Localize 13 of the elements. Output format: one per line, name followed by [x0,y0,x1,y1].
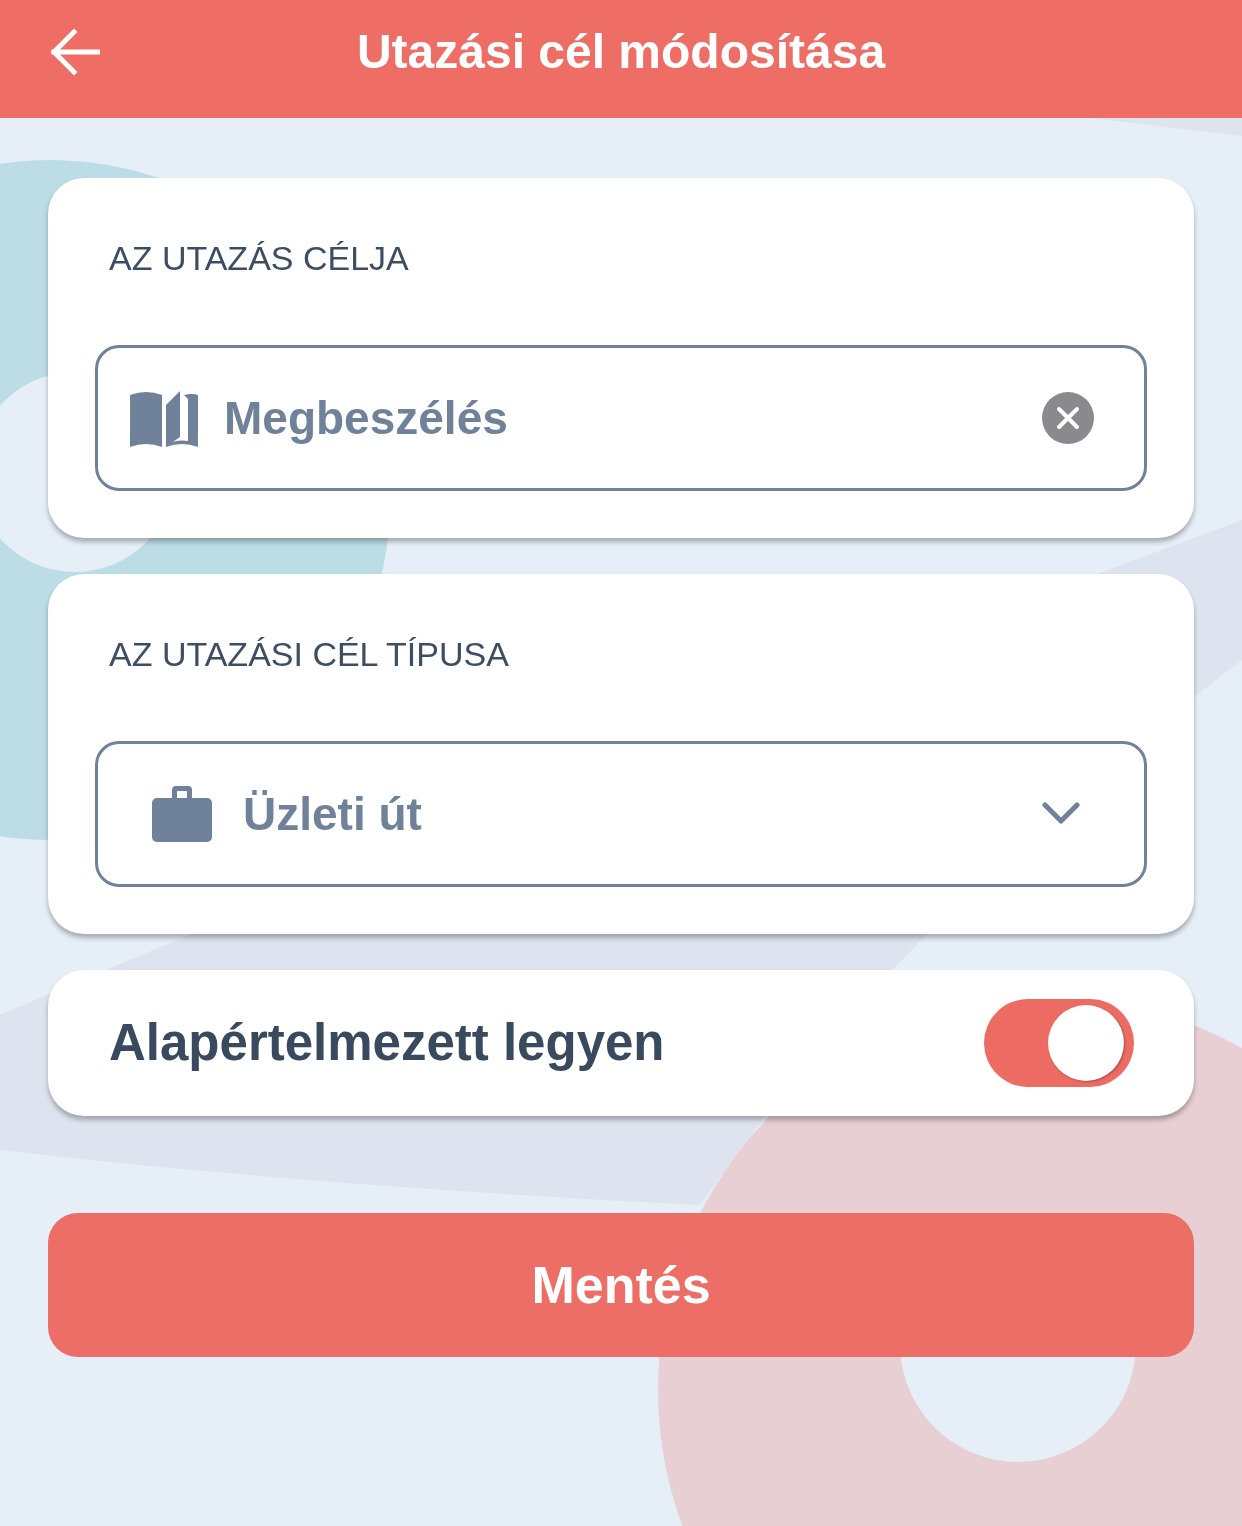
screen-title: Utazási cél módosítása [356,24,886,80]
back-arrow-icon[interactable] [50,29,100,75]
clear-icon[interactable] [1042,392,1094,444]
field-value: Üzleti út [243,787,422,842]
field-value: Megbeszélés [224,391,508,446]
chevron-down-icon [1042,802,1080,826]
input-field[interactable]: Megbeszélés [95,345,1147,491]
briefcase-icon [152,786,212,842]
dropdown-field[interactable]: Üzleti út [95,741,1147,887]
field-label: AZ UTAZÁSI CÉL TÍPUSA [109,634,509,674]
field-label: AZ UTAZÁS CÉLJA [109,238,409,278]
toggle-label: Alapértelmezett legyen [109,1013,665,1073]
save-button[interactable]: Mentés [48,1213,1194,1357]
